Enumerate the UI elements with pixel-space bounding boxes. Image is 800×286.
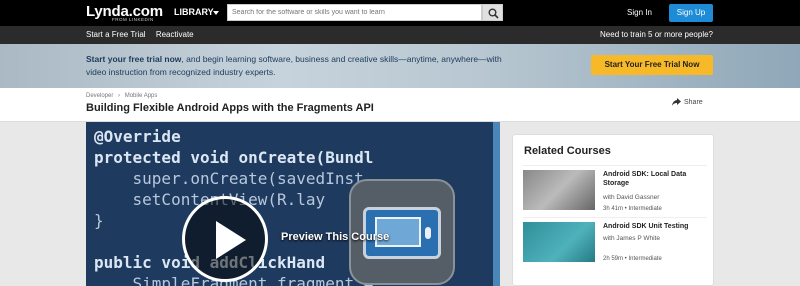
logo-subtitle: FROM LINKEDIN xyxy=(112,17,154,22)
breadcrumb-mobile-apps[interactable]: Mobile Apps xyxy=(125,93,158,99)
library-menu[interactable]: LIBRARY xyxy=(174,7,214,17)
course-author: with James P White xyxy=(603,235,660,242)
search-button[interactable] xyxy=(482,4,503,21)
team-training-link[interactable]: Need to train 5 or more people? xyxy=(600,30,713,39)
course-meta: 2h 59m • Intermediate xyxy=(603,256,662,262)
top-navbar: Lynda.com FROM LINKEDIN LIBRARY Sign In … xyxy=(0,0,800,26)
breadcrumb: Developer › Mobile Apps xyxy=(86,93,160,99)
related-course-item[interactable]: Android SDK: Local Data Storage with Dav… xyxy=(523,165,707,215)
video-side-panel xyxy=(493,122,500,286)
start-trial-button[interactable]: Start Your Free Trial Now xyxy=(591,55,713,75)
video-preview[interactable]: @Override protected void onCreate(Bundl … xyxy=(86,122,500,286)
code-line: @Override xyxy=(94,127,181,146)
course-name[interactable]: Android SDK Unit Testing xyxy=(603,222,707,231)
code-line: protected void onCreate(Bundl xyxy=(94,148,374,167)
course-thumbnail[interactable] xyxy=(523,222,595,262)
preview-course-label[interactable]: Preview This Course xyxy=(281,231,389,243)
breadcrumb-developer[interactable]: Developer xyxy=(86,93,113,99)
share-button[interactable]: Share xyxy=(672,98,703,106)
code-line: super.onCreate(savedInst xyxy=(94,169,364,188)
course-author: with David Gassner xyxy=(603,194,660,201)
course-name[interactable]: Android SDK: Local Data Storage xyxy=(603,170,707,188)
course-header: Developer › Mobile Apps Building Flexibl… xyxy=(0,88,800,122)
related-course-item[interactable]: Android SDK Unit Testing with James P Wh… xyxy=(523,217,707,267)
banner-text: Start your free trial now, and begin lea… xyxy=(86,53,506,79)
start-free-trial-link[interactable]: Start a Free Trial xyxy=(86,30,146,39)
tablet-home-button xyxy=(425,227,431,239)
related-courses-panel: Related Courses Android SDK: Local Data … xyxy=(512,134,714,286)
course-level: Intermediate xyxy=(628,256,662,262)
code-line: } xyxy=(94,211,104,230)
chevron-down-icon[interactable] xyxy=(213,11,219,15)
sub-navbar: Start a Free Trial Reactivate Need to tr… xyxy=(0,26,800,44)
share-icon xyxy=(672,98,681,106)
search-icon xyxy=(488,8,499,19)
sign-in-link[interactable]: Sign In xyxy=(627,8,652,17)
play-button[interactable] xyxy=(182,196,268,282)
reactivate-link[interactable]: Reactivate xyxy=(156,30,194,39)
share-label: Share xyxy=(684,98,703,106)
course-level: Intermediate xyxy=(628,206,662,212)
sign-up-button[interactable]: Sign Up xyxy=(669,4,713,22)
banner-bold-text: Start your free trial now xyxy=(86,54,182,64)
breadcrumb-separator: › xyxy=(118,93,121,99)
page-title: Building Flexible Android Apps with the … xyxy=(86,102,374,114)
sub-links: Start a Free Trial Reactivate xyxy=(86,30,202,39)
trial-banner: Start your free trial now, and begin lea… xyxy=(0,44,800,88)
course-duration: 3h 41m xyxy=(603,206,624,212)
course-duration: 2h 59m xyxy=(603,256,624,262)
course-meta: 3h 41m • Intermediate xyxy=(603,206,662,212)
search-input[interactable] xyxy=(227,4,482,21)
course-thumbnail[interactable] xyxy=(523,170,595,210)
play-icon xyxy=(216,221,246,259)
related-courses-title: Related Courses xyxy=(524,145,611,157)
main-content: @Override protected void onCreate(Bundl … xyxy=(0,122,800,286)
